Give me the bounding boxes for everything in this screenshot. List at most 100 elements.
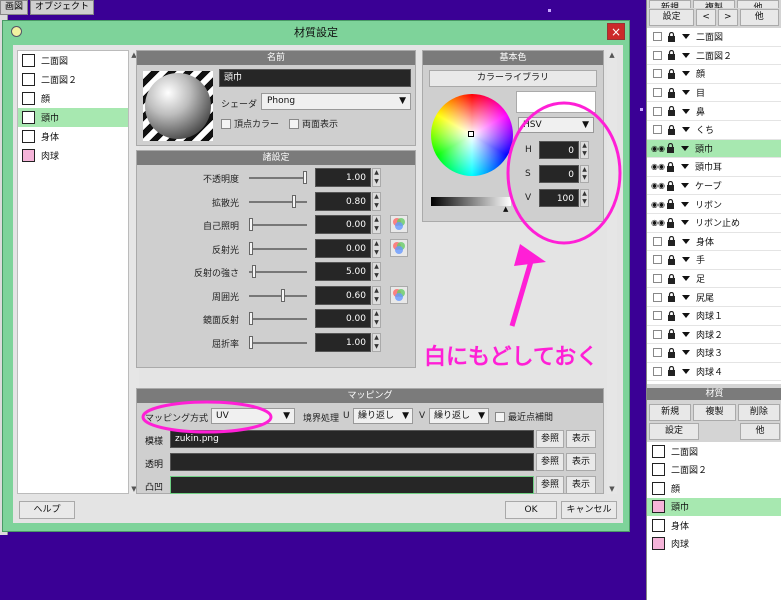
collapse-triangle-icon[interactable] bbox=[682, 238, 690, 244]
material-color-swatch bbox=[652, 444, 665, 458]
object-list-item[interactable]: 目 bbox=[647, 83, 781, 103]
visibility-checkbox[interactable] bbox=[653, 366, 662, 376]
object-panel: 新規 複製 他 設定 < > 他 二面図 二面図２ 顔目鼻くち ◉◉ 頭巾 ◉◉ 頭巾耳 ◉◉… bbox=[646, 0, 781, 600]
object-list-item[interactable]: 足 bbox=[647, 269, 781, 289]
material-color-swatch bbox=[652, 518, 665, 532]
visibility-checkbox[interactable] bbox=[653, 106, 662, 116]
visibility-checkbox[interactable] bbox=[653, 311, 662, 321]
collapse-triangle-icon[interactable] bbox=[682, 331, 690, 337]
object-other-button-2[interactable]: 他 bbox=[739, 9, 779, 26]
right-material-item[interactable]: 身体 bbox=[647, 516, 781, 535]
object-list-item[interactable]: ◉◉ 頭巾 bbox=[647, 139, 781, 159]
object-list-item[interactable]: 二面図 bbox=[647, 28, 781, 47]
collapse-triangle-icon[interactable] bbox=[681, 183, 689, 189]
collapse-triangle-icon[interactable] bbox=[681, 201, 689, 207]
object-list-item[interactable]: 二面図２ bbox=[647, 46, 781, 66]
lock-icon[interactable] bbox=[666, 143, 675, 154]
material-color-swatch bbox=[652, 481, 665, 495]
next-button[interactable]: > bbox=[717, 9, 738, 26]
object-list-item[interactable]: 尻尾 bbox=[647, 288, 781, 307]
eye-icon[interactable]: ◉◉ bbox=[651, 218, 665, 227]
material-settings-button[interactable]: 設定 bbox=[649, 423, 699, 440]
visibility-checkbox[interactable] bbox=[653, 255, 662, 265]
collapse-triangle-icon[interactable] bbox=[681, 145, 689, 151]
visibility-checkbox[interactable] bbox=[653, 69, 662, 79]
collapse-triangle-icon[interactable] bbox=[682, 52, 690, 58]
lock-icon[interactable] bbox=[667, 310, 676, 321]
object-list-item[interactable]: くち bbox=[647, 120, 781, 140]
right-material-label: 二面図２ bbox=[671, 466, 708, 477]
lock-icon[interactable] bbox=[666, 180, 675, 191]
object-list-item[interactable]: 手 bbox=[647, 251, 781, 270]
lock-icon[interactable] bbox=[667, 292, 676, 303]
right-material-item[interactable]: 顔 bbox=[647, 479, 781, 498]
collapse-triangle-icon[interactable] bbox=[682, 294, 690, 300]
eye-icon[interactable]: ◉◉ bbox=[651, 200, 665, 209]
object-settings-button[interactable]: 設定 bbox=[649, 9, 695, 26]
lock-icon[interactable] bbox=[667, 124, 676, 135]
collapse-triangle-icon[interactable] bbox=[682, 350, 690, 356]
collapse-triangle-icon[interactable] bbox=[682, 90, 690, 96]
collapse-triangle-icon[interactable] bbox=[682, 276, 690, 282]
collapse-triangle-icon[interactable] bbox=[681, 220, 689, 226]
material-other-button[interactable]: 他 bbox=[740, 423, 780, 440]
material-new-button[interactable]: 新規 bbox=[649, 404, 692, 421]
lock-icon[interactable] bbox=[667, 329, 676, 340]
collapse-triangle-icon[interactable] bbox=[682, 368, 690, 374]
collapse-triangle-icon[interactable] bbox=[682, 257, 690, 263]
object-new-button[interactable]: 新規 bbox=[649, 0, 691, 8]
visibility-checkbox[interactable] bbox=[653, 88, 662, 98]
visibility-checkbox[interactable] bbox=[653, 125, 662, 135]
prev-button[interactable]: < bbox=[696, 9, 716, 26]
object-list-item[interactable]: 肉球２ bbox=[647, 325, 781, 345]
lock-icon[interactable] bbox=[667, 254, 676, 265]
right-material-item[interactable]: 頭巾 bbox=[647, 497, 781, 516]
lock-icon[interactable] bbox=[667, 50, 676, 61]
visibility-checkbox[interactable] bbox=[653, 32, 662, 42]
collapse-triangle-icon[interactable] bbox=[681, 164, 689, 170]
collapse-triangle-icon[interactable] bbox=[682, 71, 690, 77]
object-list-item[interactable]: ◉◉ リボン止め bbox=[647, 213, 781, 233]
lock-icon[interactable] bbox=[666, 161, 675, 172]
object-list-item[interactable]: ◉◉ リボン bbox=[647, 195, 781, 214]
lock-icon[interactable] bbox=[667, 347, 676, 358]
lock-icon[interactable] bbox=[667, 68, 676, 79]
object-other-button[interactable]: 他 bbox=[737, 0, 779, 8]
eye-icon[interactable]: ◉◉ bbox=[651, 144, 665, 153]
visibility-checkbox[interactable] bbox=[653, 274, 662, 284]
object-list-item[interactable]: ◉◉ ケープ bbox=[647, 176, 781, 196]
object-list-item[interactable]: 顔 bbox=[647, 65, 781, 84]
object-list-item[interactable]: 肉球４ bbox=[647, 362, 781, 382]
object-duplicate-button[interactable]: 複製 bbox=[693, 0, 735, 8]
collapse-triangle-icon[interactable] bbox=[682, 127, 690, 133]
collapse-triangle-icon[interactable] bbox=[682, 34, 690, 40]
visibility-checkbox[interactable] bbox=[653, 292, 662, 302]
lock-icon[interactable] bbox=[667, 106, 676, 117]
object-list-item[interactable]: 肉球３ bbox=[647, 344, 781, 363]
annotation-text: 白にもどしておく bbox=[424, 345, 599, 370]
eye-icon[interactable]: ◉◉ bbox=[651, 181, 665, 190]
lock-icon[interactable] bbox=[666, 199, 675, 210]
eye-icon[interactable]: ◉◉ bbox=[651, 162, 665, 171]
visibility-checkbox[interactable] bbox=[653, 236, 662, 246]
collapse-triangle-icon[interactable] bbox=[682, 313, 690, 319]
visibility-checkbox[interactable] bbox=[653, 348, 662, 358]
lock-icon[interactable] bbox=[667, 273, 676, 284]
lock-icon[interactable] bbox=[667, 366, 676, 377]
lock-icon[interactable] bbox=[667, 31, 676, 42]
material-delete-button[interactable]: 削除 bbox=[737, 404, 780, 421]
lock-icon[interactable] bbox=[667, 87, 676, 98]
object-list-item[interactable]: 鼻 bbox=[647, 102, 781, 121]
material-duplicate-button[interactable]: 複製 bbox=[693, 404, 736, 421]
right-material-item[interactable]: 二面図２ bbox=[647, 460, 781, 479]
right-material-item[interactable]: 肉球 bbox=[647, 534, 781, 553]
lock-icon[interactable] bbox=[666, 217, 675, 228]
object-list-item[interactable]: 身体 bbox=[647, 232, 781, 252]
collapse-triangle-icon[interactable] bbox=[682, 108, 690, 114]
visibility-checkbox[interactable] bbox=[653, 329, 662, 339]
visibility-checkbox[interactable] bbox=[653, 50, 662, 60]
right-material-item[interactable]: 二面図 bbox=[647, 442, 781, 461]
object-list-item[interactable]: 肉球１ bbox=[647, 306, 781, 326]
object-list-item[interactable]: ◉◉ 頭巾耳 bbox=[647, 158, 781, 177]
lock-icon[interactable] bbox=[667, 236, 676, 247]
